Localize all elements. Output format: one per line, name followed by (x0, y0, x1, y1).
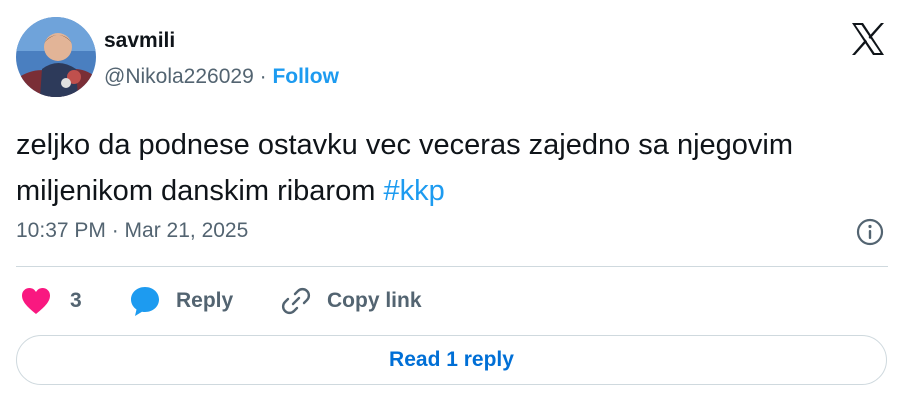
reply-bubble-icon (128, 284, 162, 318)
copy-link-label: Copy link (327, 289, 422, 312)
divider (16, 266, 888, 267)
reply-label: Reply (176, 289, 234, 312)
tweet-timestamp[interactable]: 10:37 PM · Mar 21, 2025 (16, 219, 248, 243)
tweet-text: zeljko da podnese ostavku vec veceras za… (16, 122, 876, 214)
follow-button[interactable]: Follow (272, 65, 339, 88)
author-handle[interactable]: @Nikola226029 (104, 65, 254, 88)
avatar[interactable] (16, 17, 96, 97)
copy-link-button[interactable]: Copy link (279, 283, 422, 319)
like-count: 3 (70, 289, 82, 312)
read-replies-button[interactable]: Read 1 reply (16, 335, 887, 385)
author-display-name[interactable]: savmili (104, 29, 175, 53)
link-icon (279, 284, 313, 318)
hashtag-link[interactable]: #kkp (383, 175, 444, 207)
reply-button[interactable]: Reply (128, 283, 233, 319)
author-meta: @Nikola226029 · Follow (104, 65, 339, 89)
x-logo-icon[interactable] (848, 19, 888, 59)
heart-icon (20, 286, 52, 316)
meta-separator: · (259, 65, 267, 88)
like-button[interactable]: 3 (20, 283, 82, 319)
info-icon[interactable] (855, 217, 885, 247)
